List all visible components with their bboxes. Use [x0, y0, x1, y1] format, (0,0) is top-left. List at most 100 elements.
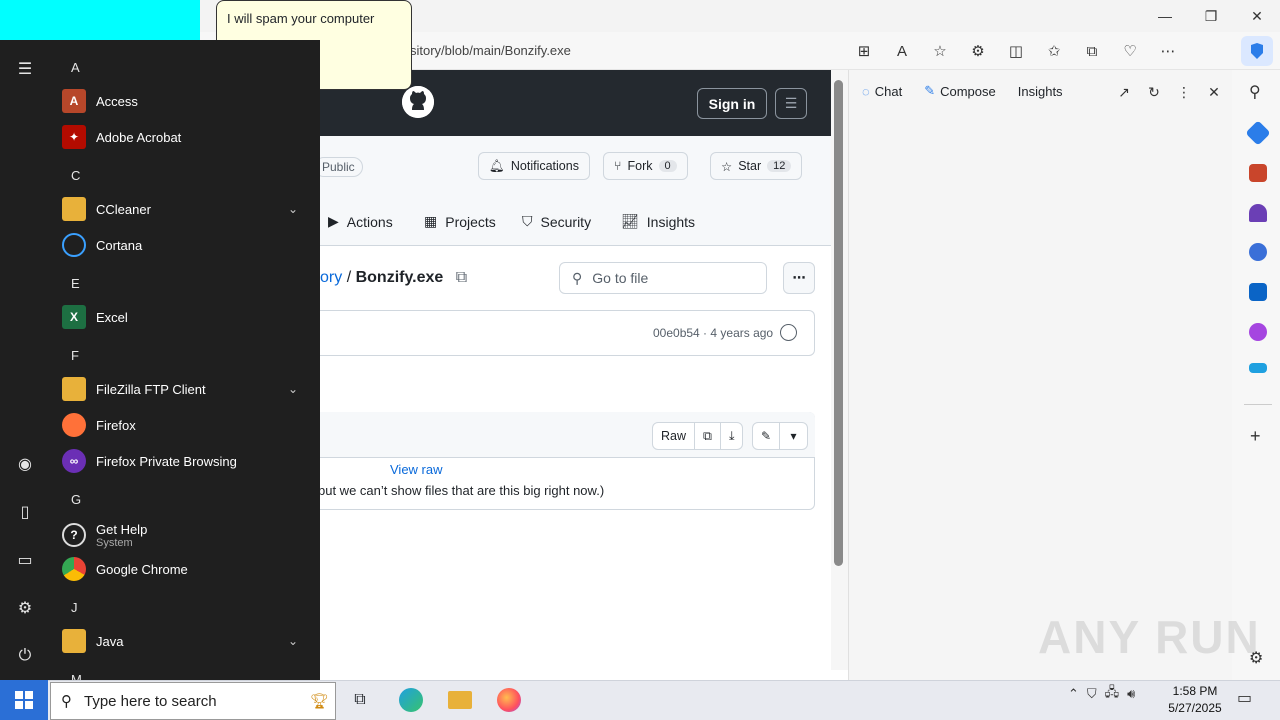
desktop-background	[0, 0, 200, 40]
task-view-icon[interactable]: ⧉	[346, 686, 374, 714]
tab-insights-panel[interactable]: Insights	[1018, 83, 1063, 99]
group-letter[interactable]: C	[71, 168, 80, 183]
close-window-button[interactable]: ✕	[1234, 0, 1280, 32]
volume-icon[interactable]: 🔊︎	[1127, 686, 1135, 702]
commit-info[interactable]: 00e0b54 · 4 years ago	[653, 326, 773, 340]
github-logo-icon[interactable]	[402, 86, 434, 118]
tab-insights[interactable]: 📈︎ Insights	[621, 213, 695, 230]
open-external-icon[interactable]: ↗	[1112, 81, 1136, 103]
scrollbar-thumb[interactable]	[834, 80, 843, 566]
refresh-icon[interactable]: ↻	[1142, 81, 1166, 103]
power-icon[interactable]: ⏻	[14, 645, 36, 667]
taskbar-clock[interactable]: 1:58 PM 5/27/2025	[1165, 683, 1225, 717]
app-ccleaner[interactable]: CCleaner ⌄	[62, 191, 310, 227]
games-icon[interactable]	[1249, 204, 1267, 222]
start-button[interactable]	[0, 680, 48, 720]
group-letter[interactable]: J	[71, 600, 78, 615]
performance-icon[interactable]: ♡	[1111, 38, 1149, 64]
app-get-help[interactable]: ? Get Help System	[62, 515, 310, 555]
app-access[interactable]: A Access	[62, 83, 310, 119]
tab-chat[interactable]: ◌ Chat	[862, 83, 902, 99]
restore-button[interactable]: ❐	[1188, 0, 1234, 32]
browser-toolbar: ⊞ A ☆ ⚙ ◫ ✩ ⧉ ♡ ⋯	[845, 38, 1187, 64]
notification-center-icon[interactable]: ▭	[1237, 688, 1252, 708]
chevron-up-icon[interactable]: ⌃	[1068, 686, 1079, 702]
copy-raw-icon[interactable]: ⧉	[695, 423, 721, 449]
user-account-icon[interactable]: ◉	[14, 453, 36, 475]
tab-compose[interactable]: ✎ Compose	[924, 83, 996, 99]
apps-icon[interactable]: ⊞	[845, 38, 883, 64]
app-adobe-acrobat[interactable]: ✦ Adobe Acrobat	[62, 119, 310, 155]
tab-security[interactable]: ⛉ Security	[522, 213, 591, 230]
excel-icon: X	[62, 305, 86, 329]
collections-icon[interactable]: ⧉	[1073, 38, 1111, 64]
app-firefox-private[interactable]: ∞ Firefox Private Browsing	[62, 443, 310, 479]
app-filezilla[interactable]: FileZilla FTP Client ⌄	[62, 371, 310, 407]
security-icon[interactable]: ⛉	[1087, 686, 1097, 702]
documents-icon[interactable]: ▯	[14, 501, 36, 523]
more-options-button[interactable]: ⋯	[783, 262, 815, 294]
drop-icon[interactable]	[1249, 363, 1267, 373]
clock-time: 1:58 PM	[1172, 684, 1218, 698]
chevron-down-icon[interactable]: ⌄	[288, 634, 298, 648]
hamburger-menu-icon[interactable]: ☰	[14, 58, 36, 80]
app-label: Java	[96, 633, 124, 649]
app-excel[interactable]: X Excel	[62, 299, 310, 335]
chevron-down-icon[interactable]: ⌄	[288, 202, 298, 216]
shield-icon: ⛉	[522, 213, 533, 229]
view-raw-link[interactable]: View raw	[390, 462, 443, 477]
favorites-icon[interactable]: ✩	[1035, 38, 1073, 64]
app-label: Google Chrome	[96, 561, 188, 577]
go-to-file-input[interactable]: ⚲ Go to file	[559, 262, 767, 294]
star-button[interactable]: ☆ Star 12	[710, 152, 803, 180]
sign-in-button[interactable]: Sign in	[697, 88, 767, 119]
favorite-star-icon[interactable]: ☆	[921, 38, 959, 64]
copilot-button[interactable]	[1241, 36, 1273, 66]
firefox-taskbar-icon[interactable]	[495, 686, 523, 714]
app-java[interactable]: Java ⌄	[62, 623, 310, 659]
raw-button[interactable]: Raw	[653, 423, 696, 449]
notifications-button[interactable]: 🔔︎ Notifications	[478, 152, 590, 180]
settings-sliders-icon[interactable]: ☰	[775, 88, 807, 119]
app-google-chrome[interactable]: Google Chrome	[62, 551, 310, 587]
breadcrumb-parent-link[interactable]: ory	[320, 269, 342, 286]
copy-path-icon[interactable]: ⧉	[456, 269, 467, 286]
more-menu-icon[interactable]: ⋯	[1149, 38, 1187, 64]
close-panel-icon[interactable]: ✕	[1202, 81, 1226, 103]
edit-pencil-icon[interactable]: ✎	[753, 423, 780, 449]
taskbar-search-input[interactable]: ⚲ Type here to search 🏆︎	[50, 682, 336, 720]
address-bar-url[interactable]: sitory/blob/main/Bonzify.exe	[410, 43, 571, 58]
group-letter[interactable]: E	[71, 276, 80, 291]
tools-briefcase-icon[interactable]	[1249, 164, 1267, 182]
search-icon: ⚲	[572, 269, 583, 286]
group-letter[interactable]: A	[71, 60, 80, 75]
chevron-down-icon[interactable]: ▾	[780, 423, 807, 449]
add-icon[interactable]: +	[1250, 426, 1261, 447]
firefox-icon	[62, 413, 86, 437]
split-screen-icon[interactable]: ◫	[997, 38, 1035, 64]
read-aloud-icon[interactable]: A	[883, 38, 921, 64]
search-icon[interactable]: ⚲	[1249, 82, 1261, 102]
outlook-icon[interactable]	[1249, 283, 1267, 301]
more-vertical-icon[interactable]: ⋮	[1172, 81, 1196, 103]
tab-projects[interactable]: ▦ Projects	[424, 213, 496, 230]
microsoft365-icon[interactable]	[1249, 243, 1267, 261]
network-icon[interactable]: 🖧︎	[1105, 683, 1120, 705]
designer-icon[interactable]	[1249, 323, 1267, 341]
history-icon[interactable]	[780, 324, 797, 341]
download-icon[interactable]: ⤓	[721, 423, 743, 449]
group-letter[interactable]: G	[71, 492, 81, 507]
file-explorer-icon[interactable]	[446, 686, 474, 714]
extensions-icon[interactable]: ⚙	[959, 38, 997, 64]
app-cortana[interactable]: Cortana	[62, 227, 310, 263]
fork-button[interactable]: ⑂ Fork 0	[603, 152, 688, 180]
chevron-down-icon[interactable]: ⌄	[288, 382, 298, 396]
settings-gear-icon[interactable]: ⚙	[14, 597, 36, 619]
group-letter[interactable]: M	[71, 672, 82, 680]
pictures-icon[interactable]: ▭	[14, 549, 36, 571]
group-letter[interactable]: F	[71, 348, 79, 363]
app-firefox[interactable]: Firefox	[62, 407, 310, 443]
tab-actions[interactable]: ▶ Actions	[328, 213, 393, 230]
minimize-button[interactable]: —	[1142, 0, 1188, 32]
edge-taskbar-icon[interactable]	[397, 686, 425, 714]
